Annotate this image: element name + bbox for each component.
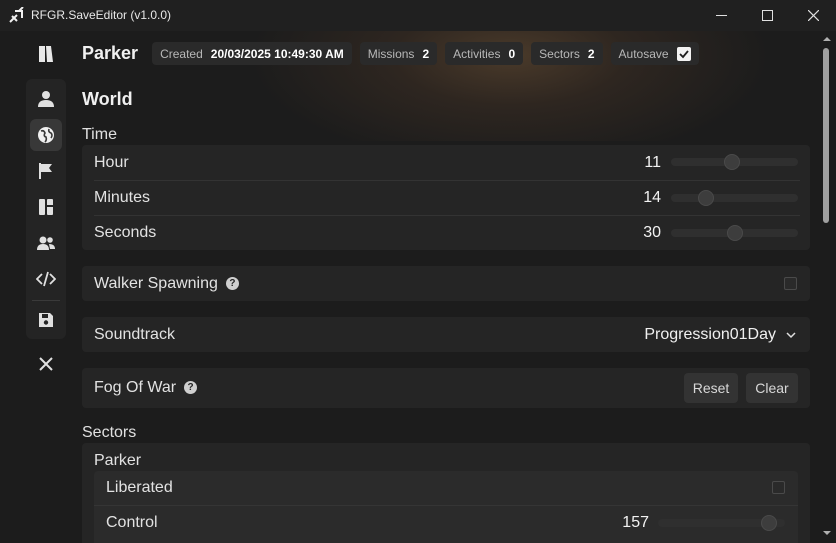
sectors-section-title: Sectors xyxy=(82,424,137,441)
close-icon xyxy=(39,357,53,371)
sidebar-item-missions[interactable] xyxy=(30,155,62,187)
page-title: World xyxy=(82,89,133,109)
activities-badge: Activities 0 xyxy=(445,42,524,65)
sidebar-item-world[interactable] xyxy=(30,119,62,151)
minimize-button[interactable] xyxy=(698,0,744,31)
hour-slider-thumb[interactable] xyxy=(724,154,741,170)
walker-spawning-label: Walker Spawning xyxy=(94,275,218,292)
chevron-down-icon xyxy=(786,331,796,338)
fog-of-war-row: Fog Of War? Reset Clear xyxy=(82,368,810,408)
maximize-button[interactable] xyxy=(744,0,790,31)
soundtrack-row: Soundtrack Progression01Day xyxy=(82,317,810,352)
sidebar-item-player[interactable] xyxy=(30,83,62,115)
walker-spawning-row: Walker Spawning? xyxy=(82,266,810,301)
columns-icon xyxy=(39,199,53,215)
sector-card: Liberated Control 157 xyxy=(94,471,798,543)
hour-label: Hour xyxy=(94,154,129,171)
minutes-slider[interactable] xyxy=(671,190,798,206)
hour-slider[interactable] xyxy=(671,154,798,170)
fog-clear-button[interactable]: Clear xyxy=(746,373,798,403)
sectors-panel: Parker Liberated Control 157 xyxy=(82,443,810,543)
liberated-label: Liberated xyxy=(106,479,173,496)
sidebar-item-save[interactable] xyxy=(30,304,62,336)
control-slider[interactable] xyxy=(658,515,785,531)
created-badge: Created 20/03/2025 10:49:30 AM xyxy=(152,42,352,65)
seconds-slider-thumb[interactable] xyxy=(726,225,743,241)
control-value: 157 xyxy=(622,514,649,531)
seconds-value: 30 xyxy=(643,224,661,241)
hour-value: 11 xyxy=(644,154,661,171)
sidebar-item-close[interactable] xyxy=(30,348,62,380)
time-panel: Hour 11 Minutes 14 Seconds 30 xyxy=(82,145,810,250)
checkmark-icon xyxy=(678,49,689,58)
close-icon xyxy=(807,10,819,21)
scroll-up-arrow-icon[interactable] xyxy=(822,34,832,44)
seconds-slider[interactable] xyxy=(671,225,798,241)
game-logo-icon xyxy=(39,46,53,62)
sidebar-divider xyxy=(32,300,60,301)
app-logo-icon xyxy=(9,7,24,23)
sidebar-item-raw[interactable] xyxy=(30,263,62,295)
seconds-label: Seconds xyxy=(94,224,157,241)
fog-of-war-label: Fog Of War xyxy=(94,379,177,396)
fog-reset-button[interactable]: Reset xyxy=(684,373,738,403)
sectors-badge: Sectors 2 xyxy=(531,42,603,65)
scroll-down-arrow-icon[interactable] xyxy=(822,528,832,538)
missions-badge: Missions 2 xyxy=(359,42,438,65)
row-divider xyxy=(94,505,798,506)
walker-spawning-checkbox[interactable] xyxy=(784,277,797,290)
control-label: Control xyxy=(106,514,158,531)
liberated-checkbox[interactable] xyxy=(772,481,785,494)
users-icon xyxy=(37,236,55,250)
scrollbar-thumb[interactable] xyxy=(823,48,829,223)
control-slider-thumb[interactable] xyxy=(761,515,778,531)
help-icon[interactable]: ? xyxy=(225,277,239,290)
autosave-checkbox[interactable] xyxy=(676,46,691,61)
save-icon xyxy=(39,313,53,327)
soundtrack-value: Progression01Day xyxy=(644,326,776,343)
window-title: RFGR.SaveEditor (v1.0.0) xyxy=(31,8,172,22)
title-bar: RFGR.SaveEditor (v1.0.0) xyxy=(0,0,836,31)
soundtrack-label: Soundtrack xyxy=(94,326,175,343)
globe-icon xyxy=(38,127,54,143)
minutes-slider-thumb[interactable] xyxy=(697,190,714,206)
help-icon[interactable]: ? xyxy=(184,381,198,394)
autosave-toggle[interactable]: Autosave xyxy=(610,42,699,65)
sector-name: Parker xyxy=(94,452,142,469)
sidebar-item-activities[interactable] xyxy=(30,191,62,223)
minutes-value: 14 xyxy=(643,189,661,206)
minutes-label: Minutes xyxy=(94,189,151,206)
flag-icon xyxy=(39,163,52,179)
maximize-icon xyxy=(761,10,773,21)
code-icon xyxy=(36,271,56,287)
soundtrack-select[interactable]: Progression01Day xyxy=(644,326,796,344)
time-section-title: Time xyxy=(82,126,117,143)
sidebar-item-characters[interactable] xyxy=(30,227,62,259)
user-icon xyxy=(38,91,54,107)
save-name: Parker xyxy=(82,43,139,63)
row-divider xyxy=(94,180,800,181)
row-divider xyxy=(94,215,800,216)
save-summary: Parker Created 20/03/2025 10:49:30 AM Mi… xyxy=(82,42,699,65)
minimize-icon xyxy=(715,15,727,16)
close-window-button[interactable] xyxy=(790,0,836,31)
